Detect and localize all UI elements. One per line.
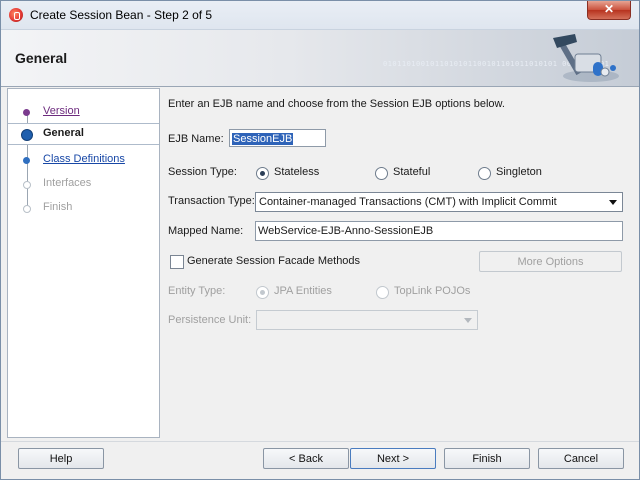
- radio-label: Singleton: [496, 166, 542, 178]
- radio-circle: [375, 167, 388, 180]
- radio-circle: [256, 167, 269, 180]
- step-general[interactable]: General: [8, 123, 159, 145]
- ejb-name-label: EJB Name:: [168, 133, 224, 145]
- chevron-down-icon: [609, 200, 617, 205]
- radio-label: JPA Entities: [274, 285, 332, 297]
- form-panel: Enter an EJB name and choose from the Se…: [159, 88, 633, 436]
- step-label: Finish: [43, 201, 73, 213]
- window-title: Create Session Bean - Step 2 of 5: [30, 8, 213, 22]
- help-button[interactable]: Help: [18, 448, 104, 469]
- radio-circle: [376, 286, 389, 299]
- ejb-name-field[interactable]: SessionEJB: [229, 129, 326, 147]
- step-class-definitions[interactable]: Class Definitions: [8, 149, 159, 171]
- instructions-text: Enter an EJB name and choose from the Se…: [168, 98, 505, 110]
- step-visited-icon: [23, 109, 30, 116]
- jdeveloper-app-icon: [9, 8, 23, 22]
- transaction-type-select[interactable]: Container-managed Transactions (CMT) wit…: [255, 192, 623, 212]
- step-label: Class Definitions: [43, 153, 125, 165]
- step-label: Version: [43, 105, 80, 117]
- step-interfaces: Interfaces: [8, 173, 159, 195]
- step-next-icon: [23, 157, 30, 164]
- finish-button[interactable]: Finish: [444, 448, 530, 469]
- entity-type-label: Entity Type:: [168, 285, 226, 297]
- session-type-label: Session Type:: [168, 166, 237, 178]
- generate-facade-label: Generate Session Facade Methods: [187, 255, 361, 267]
- next-button[interactable]: Next >: [350, 448, 436, 469]
- transaction-type-label: Transaction Type:: [168, 195, 255, 207]
- step-disabled-icon: [23, 181, 31, 189]
- chevron-down-icon: [464, 318, 472, 323]
- step-label: General: [43, 127, 84, 139]
- more-options-button: More Options: [479, 251, 622, 272]
- radio-label: Stateful: [393, 166, 431, 178]
- cancel-button[interactable]: Cancel: [538, 448, 624, 469]
- page-title: General: [15, 50, 68, 66]
- step-finish: Finish: [8, 197, 159, 219]
- radio-circle: [256, 286, 269, 299]
- wizard-header: General 01011010010110101011001011010110…: [1, 30, 639, 87]
- generate-facade-checkbox[interactable]: [170, 255, 184, 269]
- persistence-unit-select: [256, 310, 478, 330]
- close-button[interactable]: ✕: [587, 1, 631, 20]
- step-version[interactable]: Version: [8, 101, 159, 123]
- step-current-icon: [21, 129, 33, 141]
- mapped-name-label: Mapped Name:: [168, 225, 244, 237]
- wizard-steps-panel: Version General Class Definitions Interf…: [7, 88, 160, 438]
- wizard-window: Create Session Bean - Step 2 of 5 ✕ Gene…: [0, 0, 640, 480]
- footer-separator: [1, 441, 639, 442]
- radio-circle: [478, 167, 491, 180]
- ejb-name-value: SessionEJB: [232, 133, 294, 145]
- title-bar: Create Session Bean - Step 2 of 5 ✕: [1, 1, 639, 30]
- radio-label: TopLink POJOs: [394, 285, 471, 297]
- persistence-unit-label: Persistence Unit:: [168, 314, 252, 326]
- radio-label: Stateless: [274, 166, 320, 178]
- back-button[interactable]: < Back: [263, 448, 349, 469]
- transaction-type-value: Container-managed Transactions (CMT) wit…: [259, 196, 557, 208]
- mapped-name-value: WebService-EJB-Anno-SessionEJB: [258, 225, 434, 237]
- mapped-name-field[interactable]: WebService-EJB-Anno-SessionEJB: [255, 221, 623, 241]
- wizard-graphic-icon: [553, 34, 619, 82]
- step-label: Interfaces: [43, 177, 92, 189]
- step-disabled-icon: [23, 205, 31, 213]
